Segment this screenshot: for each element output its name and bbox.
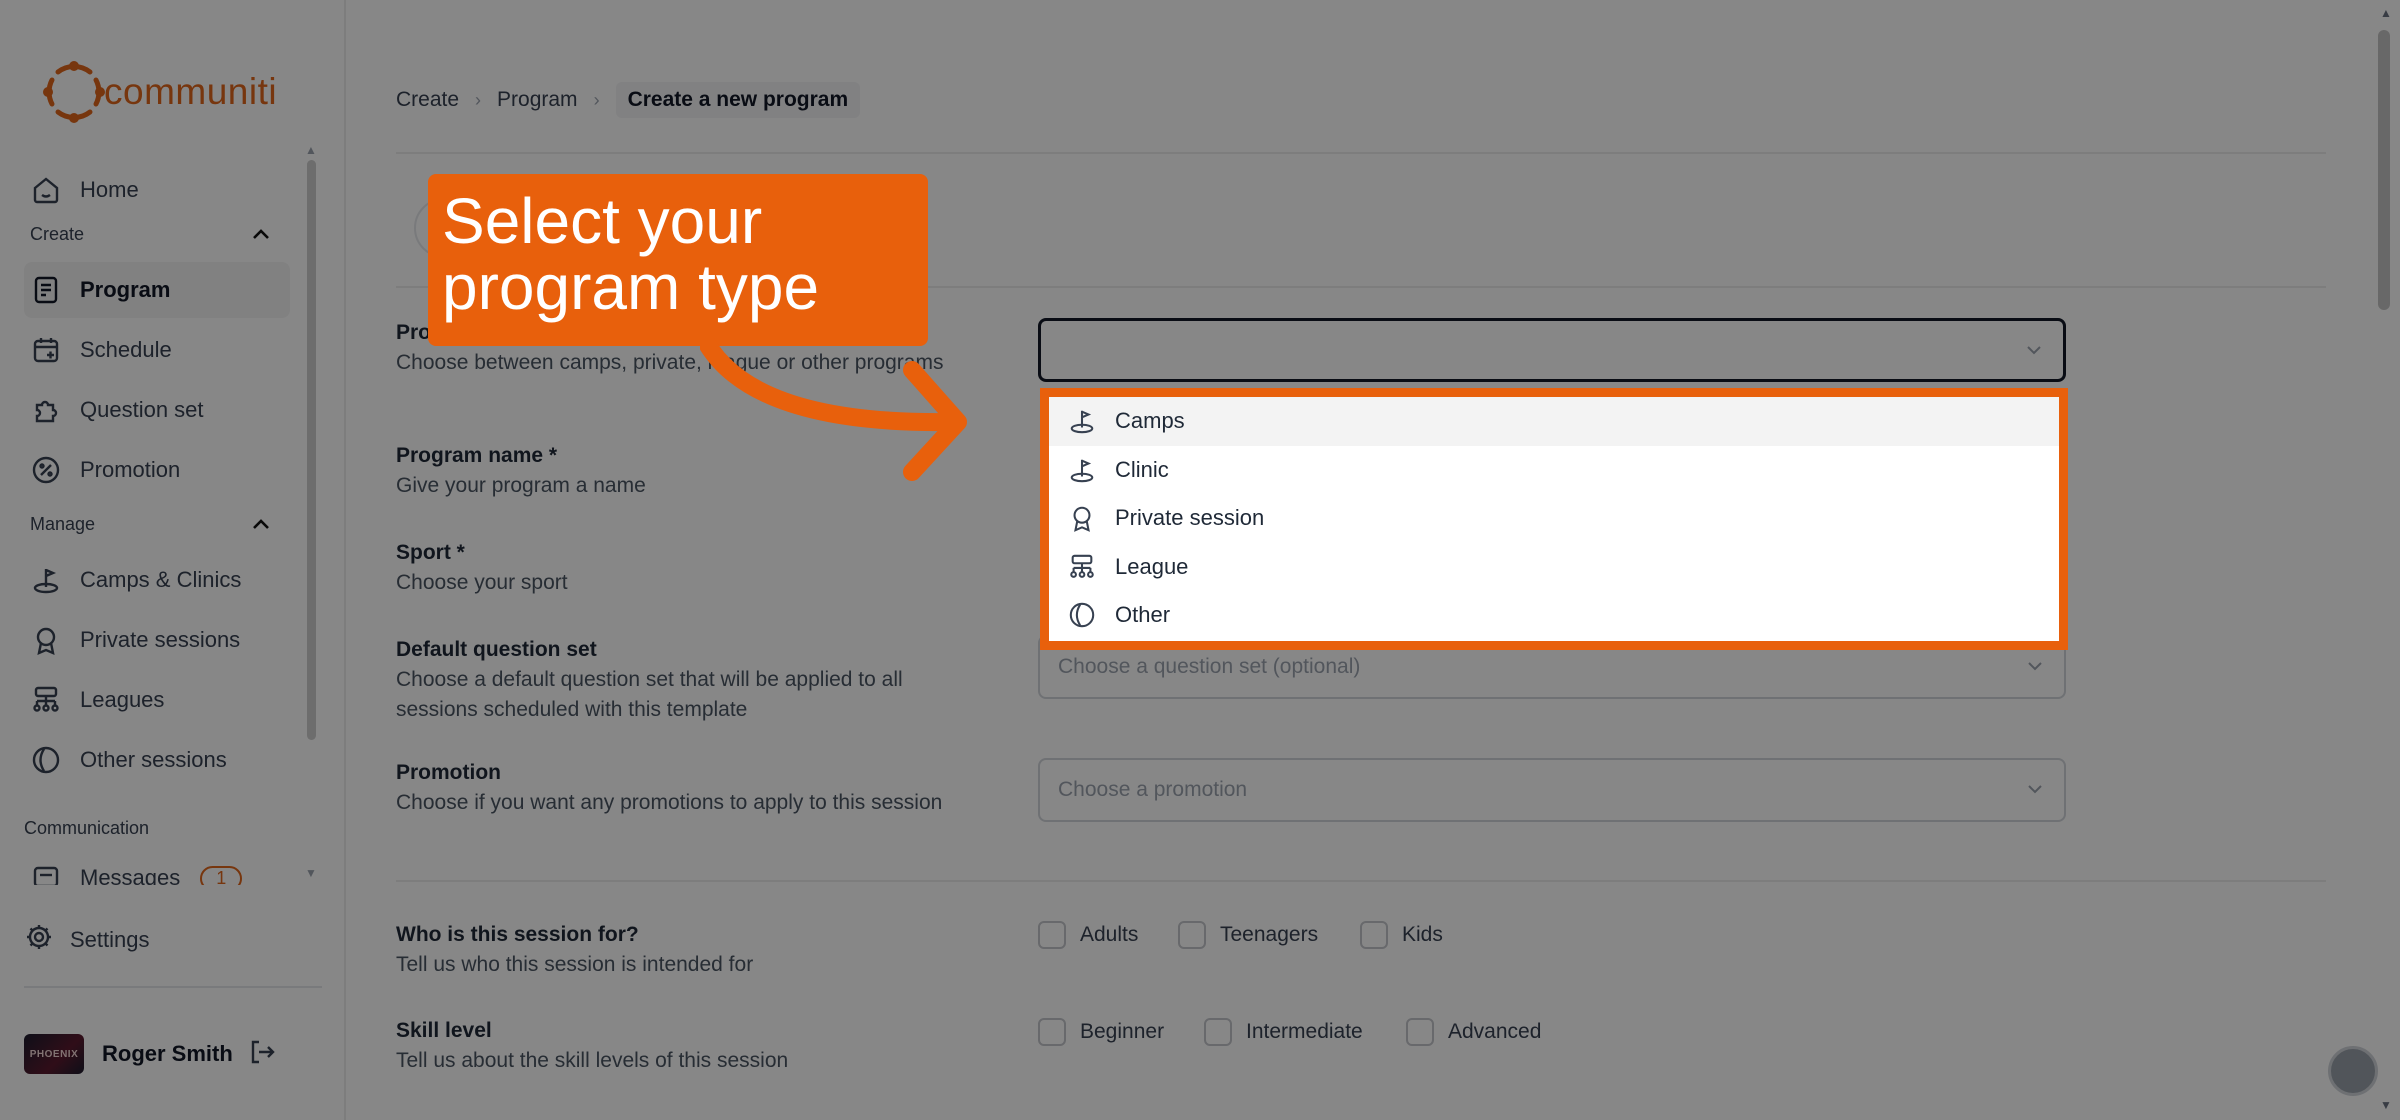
option-clinic[interactable]: Clinic: [1049, 446, 2059, 495]
option-camps[interactable]: Camps: [1049, 397, 2059, 446]
program-type-dropdown: Camps Clinic Private session League Othe…: [1040, 388, 2068, 650]
option-label: Clinic: [1115, 456, 1169, 482]
league-icon: [1067, 552, 1097, 582]
option-label: Camps: [1115, 408, 1185, 434]
option-label: Private session: [1115, 505, 1265, 531]
other-icon: [1067, 600, 1097, 630]
callout-text: Select your program type: [442, 185, 820, 323]
option-other[interactable]: Other: [1049, 591, 2059, 640]
option-label: League: [1115, 553, 1189, 579]
award-icon: [1067, 503, 1097, 533]
camps-icon: [1067, 406, 1097, 436]
callout-arrow-icon: [700, 330, 967, 481]
option-league[interactable]: League: [1049, 543, 2059, 592]
option-label: Other: [1115, 602, 1171, 628]
tutorial-callout: Select your program type: [428, 174, 928, 346]
clinic-icon: [1067, 455, 1097, 485]
option-private-session[interactable]: Private session: [1049, 494, 2059, 543]
